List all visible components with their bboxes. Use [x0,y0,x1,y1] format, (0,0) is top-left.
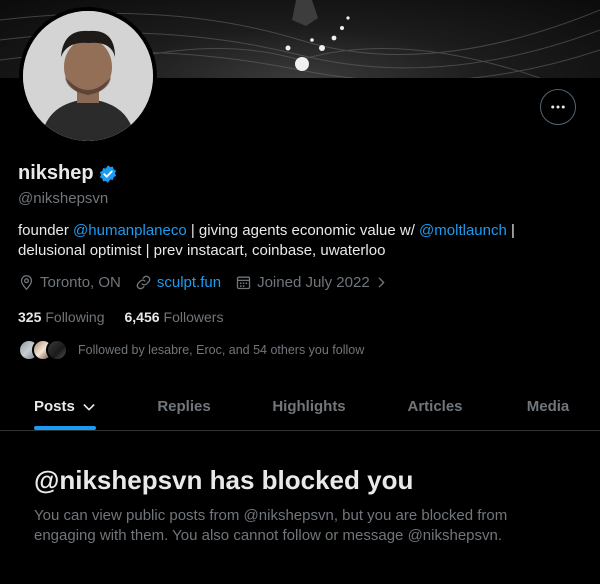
location-item: Toronto, ON [18,274,121,291]
profile-avatar[interactable] [19,7,157,145]
follow-stats: 325 Following 6,456 Followers [18,309,223,325]
calendar-icon [236,276,251,290]
followers-label: Followers [163,309,224,325]
tab-articles[interactable]: Articles [374,383,496,430]
bio-text: founder [18,222,74,239]
website-item[interactable]: sculpt.fun [135,274,221,291]
profile-bio: founder @humanplaneco | giving agents ec… [18,221,578,261]
joined-item[interactable]: Joined July 2022 [235,274,388,291]
profile-tabs: Posts Replies Highlights Articles Media [0,383,600,431]
following-link[interactable]: 325 Following [18,309,105,325]
tab-label: Media [526,398,570,415]
tab-media[interactable]: Media [496,383,600,430]
tab-highlights[interactable]: Highlights [244,383,374,430]
followers-link[interactable]: 6,456 Followers [125,309,224,325]
location-pin-icon [20,275,33,291]
verified-badge-icon [99,164,116,183]
profile-meta: Toronto, ON sculpt.fun Joined July 2022 [18,274,402,291]
location-text: Toronto, ON [40,274,121,291]
joined-text: Joined July 2022 [257,274,370,291]
link-icon [136,275,151,290]
blocked-title: @nikshepsvn has blocked you [34,465,414,495]
mutual-followers-avatars [18,339,72,361]
followed-by-row[interactable]: Followed by lesabre, Eroc, and 54 others… [18,339,364,361]
bio-mention-link[interactable]: @humanplaneco [73,222,187,239]
tab-label: Posts [34,398,75,415]
chevron-right-icon [378,277,385,288]
name-row: nikshep [18,162,118,185]
active-tab-indicator [34,426,96,430]
mutual-avatar [46,339,68,361]
tab-posts[interactable]: Posts [0,383,124,430]
followed-by-text: Followed by lesabre, Eroc, and 54 others… [78,343,365,357]
chevron-down-icon [83,403,95,410]
followers-count: 6,456 [124,309,160,325]
more-icon [551,105,565,109]
tab-label: Articles [407,398,463,415]
avatar-photo [23,11,153,141]
tab-replies[interactable]: Replies [124,383,244,430]
more-options-button[interactable] [540,89,576,125]
profile-handle: @nikshepsvn [18,190,109,207]
bio-mention-link[interactable]: @moltlaunch [419,222,507,239]
tab-label: Replies [157,398,211,415]
bio-text: | giving agents economic value w/ [186,222,420,239]
tab-label: Highlights [272,398,346,415]
following-count: 325 [18,309,42,325]
display-name: nikshep [18,162,94,184]
blocked-message: You can view public posts from @niksheps… [34,507,508,544]
following-label: Following [45,309,105,325]
website-link[interactable]: sculpt.fun [157,274,221,291]
